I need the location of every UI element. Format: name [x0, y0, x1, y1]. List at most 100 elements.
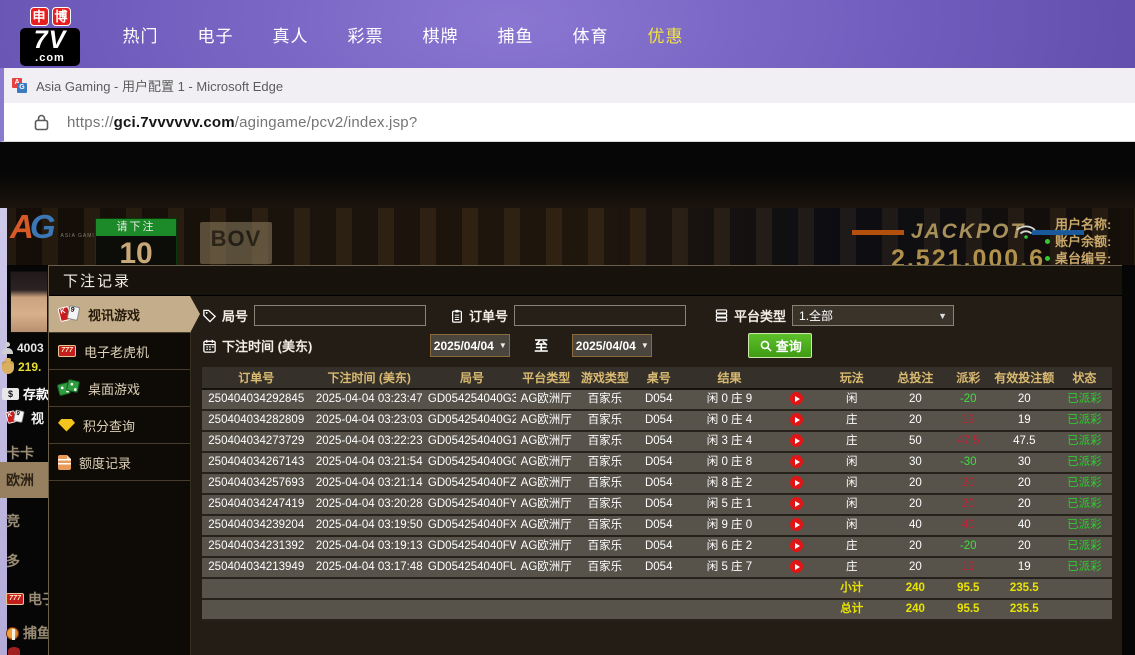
sidebar-item-jing[interactable]: 竞: [0, 504, 48, 538]
cell-round-id: GD054254040G2: [427, 410, 516, 432]
cell-round-id: GD054254040FW: [427, 536, 516, 558]
nav-item-lottery[interactable]: 彩票: [328, 22, 403, 47]
nav-item-fishing[interactable]: 捕鱼: [478, 22, 553, 47]
cell-bet-time: 2025-04-04 03:17:48: [310, 557, 428, 579]
play-button[interactable]: [789, 497, 803, 511]
cell-game-type: 百家乐: [576, 557, 634, 579]
modal-header: 下注记录: [49, 266, 1122, 296]
cell-bet-time: 2025-04-04 03:20:28: [310, 494, 428, 516]
menu-item-table-games[interactable]: 桌面游戏: [49, 370, 190, 407]
platform-type-select[interactable]: 1.全部 ▼: [792, 305, 955, 326]
cell-payout: 40: [944, 515, 992, 537]
menu-item-video-games[interactable]: K9 视讯游戏: [49, 296, 200, 333]
cell-order-id: 250404034231392: [202, 536, 311, 558]
ag-logo-g: G: [29, 208, 56, 245]
cell-round-id: GD054254040G1: [427, 431, 516, 453]
cell-result: 闲 3 庄 4: [684, 431, 775, 453]
nav-item-promo[interactable]: 优惠: [628, 22, 703, 47]
bet-banner-label: 请下注: [96, 219, 176, 236]
wifi-icon: [1014, 222, 1038, 240]
cell-total-bet: 30: [885, 452, 945, 474]
lock-icon: [34, 114, 49, 131]
cell-valid-bet: 19: [991, 410, 1057, 432]
search-icon: [760, 340, 772, 352]
cell-replay: [774, 473, 818, 495]
avatar[interactable]: [10, 271, 48, 333]
play-icon: [794, 479, 800, 486]
site-logo[interactable]: 申 博 7V .com: [20, 7, 80, 66]
play-button[interactable]: [789, 560, 803, 574]
cell-table-no: D054: [633, 515, 685, 537]
cell-game-type: 百家乐: [576, 452, 634, 474]
cell-status: 已派彩: [1056, 557, 1112, 579]
round-id-input[interactable]: [254, 305, 427, 326]
sidebar-item-europe[interactable]: 欧洲: [0, 462, 48, 498]
site-nav-items: 热门 电子 真人 彩票 棋牌 捕鱼 体育 优惠: [103, 0, 703, 68]
menu-item-points-query[interactable]: 积分查询: [49, 407, 190, 444]
play-button[interactable]: [789, 455, 803, 469]
play-button[interactable]: [789, 434, 803, 448]
header-payout: 派彩: [944, 367, 992, 390]
header-game-type: 游戏类型: [576, 367, 634, 390]
footer-valid-bet: 235.5: [991, 599, 1057, 621]
dice-icon: [56, 378, 81, 397]
cell-round-id: GD054254040FY: [427, 494, 516, 516]
cell-bet-time: 2025-04-04 03:23:03: [310, 410, 428, 432]
nav-item-slots[interactable]: 电子: [178, 22, 253, 47]
deposit-button[interactable]: $ 存款: [2, 384, 49, 403]
modal-title: 下注记录: [63, 273, 132, 290]
cell-round-id: GD054254040G3: [427, 389, 516, 411]
play-button[interactable]: [789, 413, 803, 427]
cell-bet-time: 2025-04-04 03:21:54: [310, 452, 428, 474]
play-button[interactable]: [789, 518, 803, 532]
header-table-no: 桌号: [633, 367, 685, 390]
menu-item-slot-machines[interactable]: 777 电子老虎机: [49, 333, 190, 370]
sidebar-item-duo[interactable]: 多: [0, 544, 48, 578]
play-button[interactable]: [789, 476, 803, 490]
play-icon: [794, 458, 800, 465]
window-title: Asia Gaming - 用户配置 1 - Microsoft Edge: [36, 79, 284, 94]
modal-sidebar: K9 视讯游戏 777 电子老虎机 桌面游戏 积分查询 额度记录: [49, 296, 200, 655]
cell-payout: 19: [944, 410, 992, 432]
sidebar-item-slots[interactable]: 777 电子: [0, 582, 48, 616]
sidebar-item-fishing[interactable]: 捕鱼: [0, 616, 48, 650]
play-button[interactable]: [789, 392, 803, 406]
jackpot-bar-left: [851, 229, 904, 235]
cell-platform: AG欧洲厅: [515, 389, 577, 411]
cell-status: 已派彩: [1056, 410, 1112, 432]
nav-item-hot[interactable]: 热门: [103, 22, 178, 47]
chevron-down-icon: ▼: [498, 341, 507, 350]
cell-status: 已派彩: [1056, 494, 1112, 516]
cell-status: 已派彩: [1056, 452, 1112, 474]
cell-payout: 47.5: [944, 431, 992, 453]
cell-game-type: 百家乐: [576, 410, 634, 432]
ag-favicon-icon: AG: [12, 78, 27, 93]
cell-table-no: D054: [633, 452, 685, 474]
nav-item-cards[interactable]: 棋牌: [403, 22, 478, 47]
cell-result: 闲 0 庄 4: [684, 410, 775, 432]
cell-play: 闲: [817, 515, 886, 537]
cell-valid-bet: 47.5: [991, 431, 1057, 453]
url-text[interactable]: https://gci.7vvvvvv.com/agingame/pcv2/in…: [67, 114, 417, 131]
search-button[interactable]: 查询: [748, 333, 813, 358]
cell-valid-bet: 20: [991, 389, 1057, 411]
cell-table-no: D054: [633, 557, 685, 579]
play-button[interactable]: [789, 539, 803, 553]
menu-item-credit-records[interactable]: 额度记录: [49, 444, 190, 481]
order-id-input[interactable]: [514, 305, 687, 326]
cell-replay: [774, 557, 818, 579]
sidebar-item-video[interactable]: K9 视: [4, 408, 44, 427]
header-bet-time: 下注时间 (美东): [310, 367, 428, 390]
cards-icon: K9: [5, 409, 25, 425]
date-to-select[interactable]: 2025/04/04 ▼: [572, 334, 653, 357]
cell-total-bet: 20: [885, 536, 945, 558]
cell-platform: AG欧洲厅: [515, 410, 577, 432]
browser-url-bar[interactable]: https://gci.7vvvvvv.com/agingame/pcv2/in…: [0, 103, 1135, 142]
cell-table-no: D054: [633, 389, 685, 411]
cell-game-type: 百家乐: [576, 389, 634, 411]
nav-item-live[interactable]: 真人: [253, 22, 328, 47]
bov-sign: BOV: [200, 222, 272, 264]
bet-records-modal: 下注记录 K9 视讯游戏 777 电子老虎机 桌面游戏 积分查询 额度记录 局号…: [48, 265, 1122, 655]
nav-item-sports[interactable]: 体育: [553, 22, 628, 47]
date-from-select[interactable]: 2025/04/04 ▼: [430, 334, 511, 357]
